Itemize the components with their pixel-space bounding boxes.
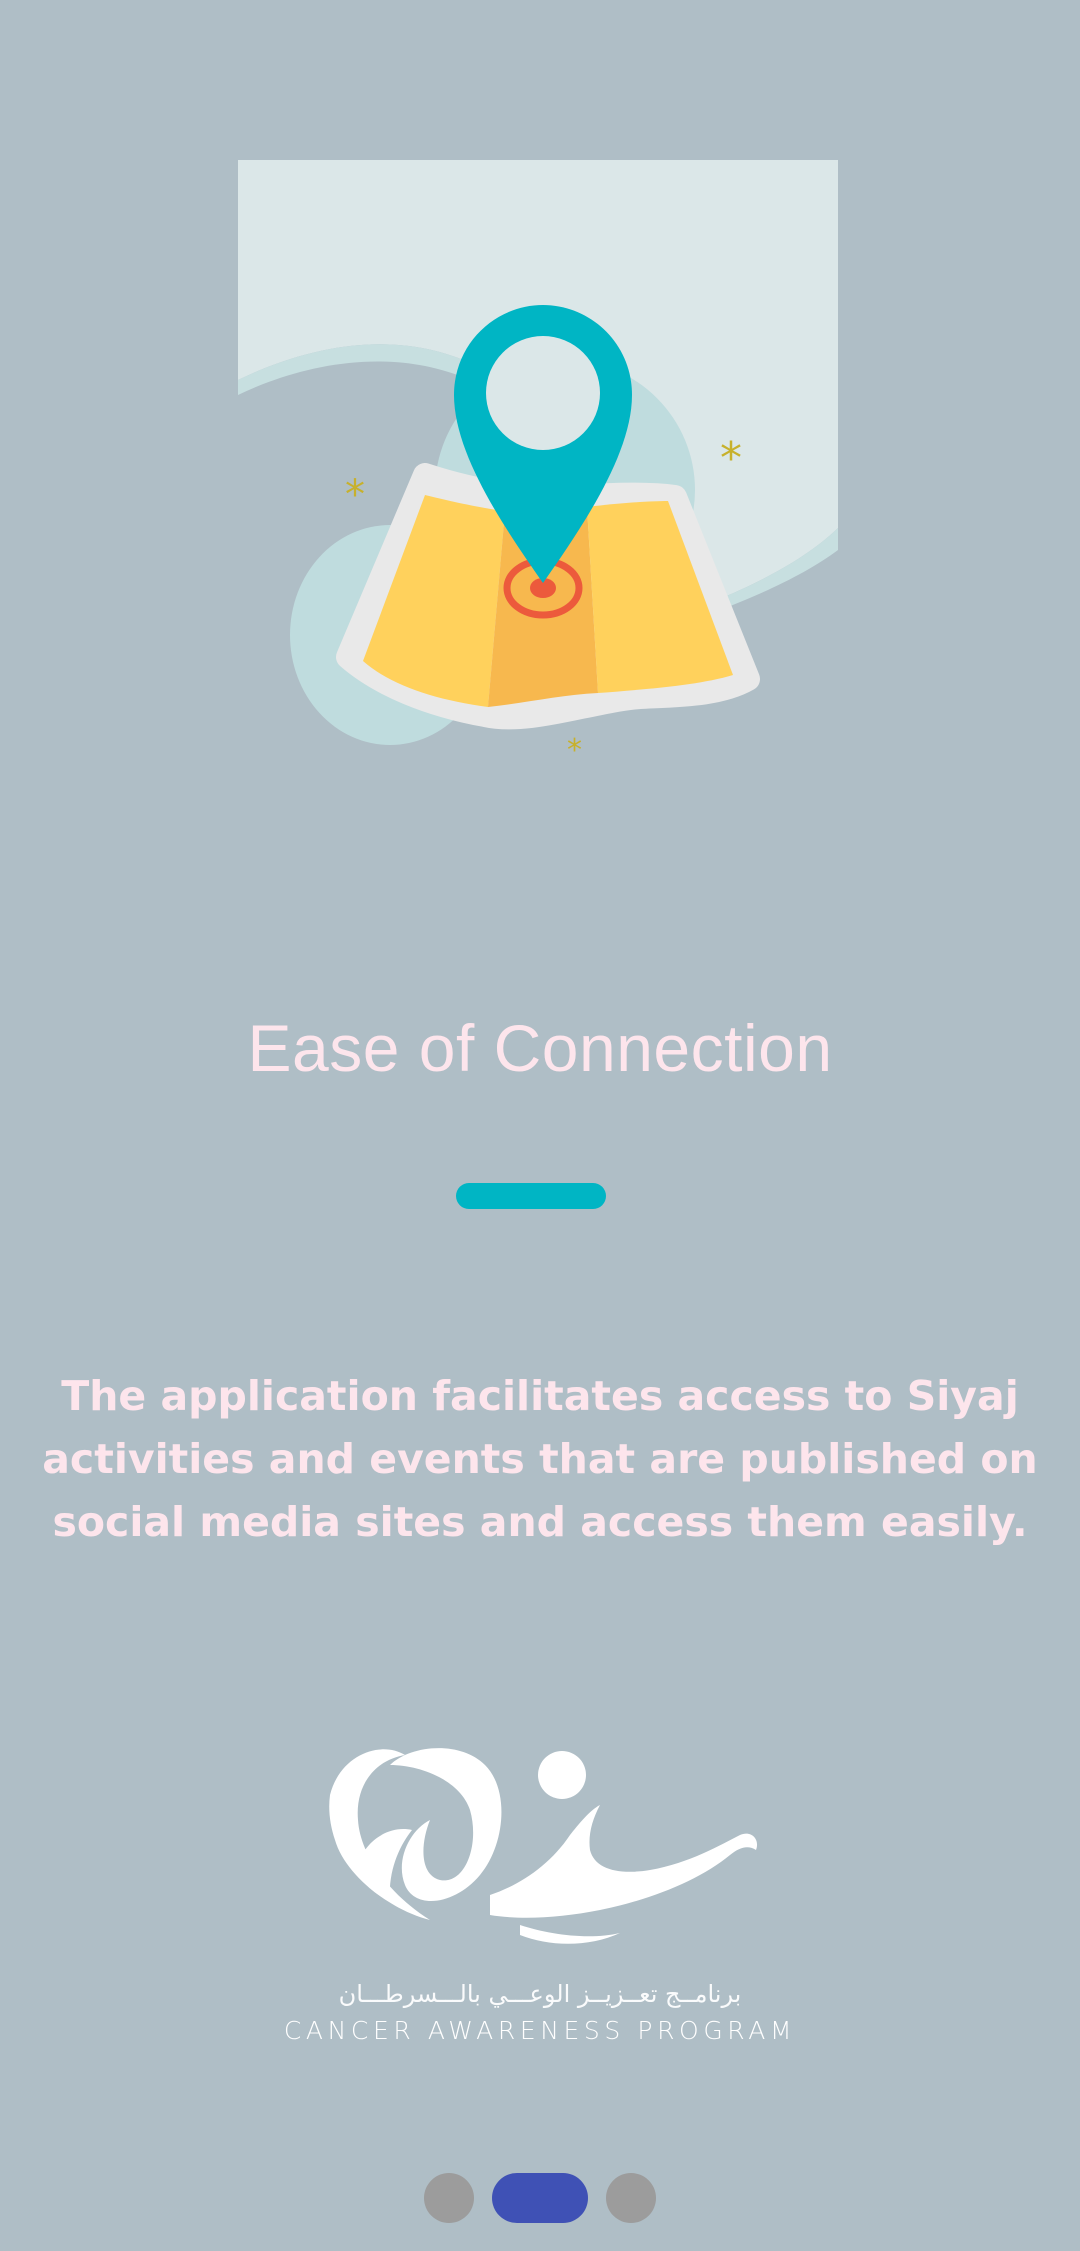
svg-text:*: *: [720, 433, 742, 484]
page-dot-3[interactable]: [606, 2173, 656, 2223]
map-location-pin-icon: * * *: [238, 160, 838, 768]
svg-text:*: *: [345, 472, 365, 518]
title-underline: [456, 1183, 606, 1209]
page-indicator: [0, 2173, 1080, 2223]
logo-arabic-text: برنامــج تعــزيــز الوعـــي بالـــسرطـــ…: [338, 1980, 742, 2008]
page-dot-1[interactable]: [424, 2173, 474, 2223]
svg-text:*: *: [567, 733, 582, 768]
page-title: Ease of Connection: [247, 1011, 833, 1085]
page-dot-2-active[interactable]: [492, 2173, 588, 2223]
description-text: The application facilitates access to Si…: [42, 1372, 1038, 1546]
logo-english-text: CANCER AWARENESS PROGRAM: [283, 2016, 797, 2045]
siyaj-logo-icon: [329, 1748, 758, 1944]
